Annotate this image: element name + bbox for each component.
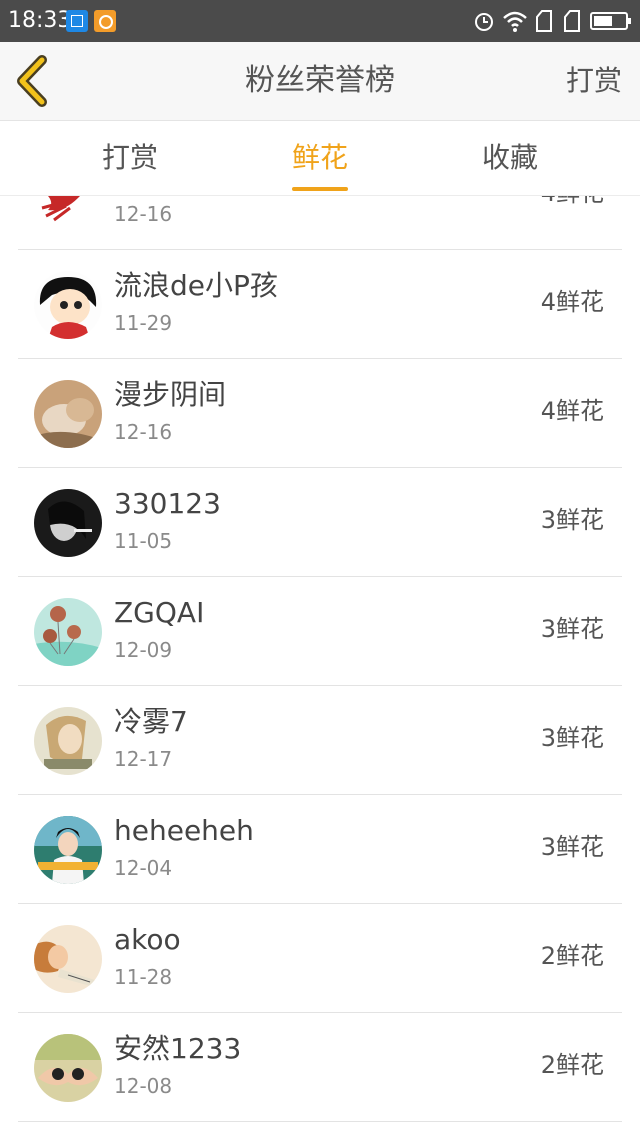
list-item[interactable]: duxiyu 12-16 4鲜花 xyxy=(18,196,622,250)
tab-favorites[interactable]: 收藏 xyxy=(430,121,590,195)
flower-count: 3鲜花 xyxy=(540,506,604,534)
avatar xyxy=(34,1034,102,1102)
fan-list[interactable]: duxiyu 12-16 4鲜花 流浪de小P孩 11-29 4鲜花 xyxy=(0,196,640,1138)
alarm-icon xyxy=(475,13,493,31)
page-title: 粉丝荣誉榜 xyxy=(245,63,395,98)
fan-name: 漫步阴间 xyxy=(114,378,227,411)
signal-icon xyxy=(564,10,580,32)
list-item[interactable]: ZGQAI 12-09 3鲜花 xyxy=(18,577,622,686)
tab-label: 鲜花 xyxy=(291,141,348,174)
avatar xyxy=(34,707,102,775)
fan-date: 12-16 xyxy=(114,420,173,444)
signal-icon xyxy=(536,10,552,32)
reward-button[interactable]: 打赏 xyxy=(566,42,622,120)
fan-name: ZGQAI xyxy=(114,596,205,629)
fan-name: akoo xyxy=(114,923,181,956)
tab-label: 打赏 xyxy=(101,141,158,174)
flower-count: 3鲜花 xyxy=(540,615,604,643)
fan-date: 12-16 xyxy=(114,202,173,226)
wifi-icon xyxy=(503,11,527,32)
list-item[interactable]: 安然1233 12-08 2鲜花 xyxy=(18,1013,622,1122)
flower-count: 4鲜花 xyxy=(540,397,604,425)
tab-flowers[interactable]: 鲜花 xyxy=(240,121,400,195)
list-item[interactable]: 漫步阴间 12-16 4鲜花 xyxy=(18,359,622,468)
screenshot-app-icon xyxy=(66,10,88,32)
status-time: 18:33 xyxy=(8,8,72,33)
fan-date: 12-17 xyxy=(114,747,173,771)
fan-date: 11-05 xyxy=(114,529,173,553)
flower-count: 4鲜花 xyxy=(540,288,604,316)
flower-count: 4鲜花 xyxy=(541,196,604,209)
flower-count: 2鲜花 xyxy=(540,1051,604,1079)
status-bar: 18:33 xyxy=(0,0,640,42)
camera-app-icon xyxy=(94,10,116,32)
fan-name: heheeheh xyxy=(114,814,254,847)
avatar xyxy=(34,196,102,230)
list-item[interactable]: 330123 11-05 3鲜花 xyxy=(18,468,622,577)
avatar xyxy=(34,925,102,993)
fan-date: 12-04 xyxy=(114,856,173,880)
app-header: 粉丝荣誉榜 打赏 xyxy=(0,42,640,121)
fan-date: 11-29 xyxy=(114,311,173,335)
battery-icon xyxy=(590,12,631,30)
avatar xyxy=(34,598,102,666)
fan-name: 流浪de小P孩 xyxy=(114,269,278,302)
fan-date: 11-28 xyxy=(114,965,173,989)
active-tab-indicator xyxy=(292,187,348,191)
flower-count: 2鲜花 xyxy=(540,942,604,970)
fan-date: 12-08 xyxy=(114,1074,173,1098)
list-item[interactable]: heheeheh 12-04 3鲜花 xyxy=(18,795,622,904)
avatar xyxy=(34,380,102,448)
fan-name: 冷雾7 xyxy=(114,705,188,738)
list-item[interactable]: 冷雾7 12-17 3鲜花 xyxy=(18,686,622,795)
tab-bar: 打赏 鲜花 收藏 xyxy=(0,121,640,196)
fan-name: 330123 xyxy=(114,487,221,520)
fan-name: 安然1233 xyxy=(114,1032,242,1065)
tab-reward[interactable]: 打赏 xyxy=(50,121,210,195)
avatar xyxy=(34,489,102,557)
list-item[interactable]: 流浪de小P孩 11-29 4鲜花 xyxy=(18,250,622,359)
fan-date: 12-09 xyxy=(114,638,173,662)
flower-count: 3鲜花 xyxy=(540,724,604,752)
list-item[interactable]: akoo 11-28 2鲜花 xyxy=(18,904,622,1013)
tab-label: 收藏 xyxy=(481,141,538,174)
avatar xyxy=(34,271,102,339)
flower-count: 3鲜花 xyxy=(540,833,604,861)
avatar xyxy=(34,816,102,884)
